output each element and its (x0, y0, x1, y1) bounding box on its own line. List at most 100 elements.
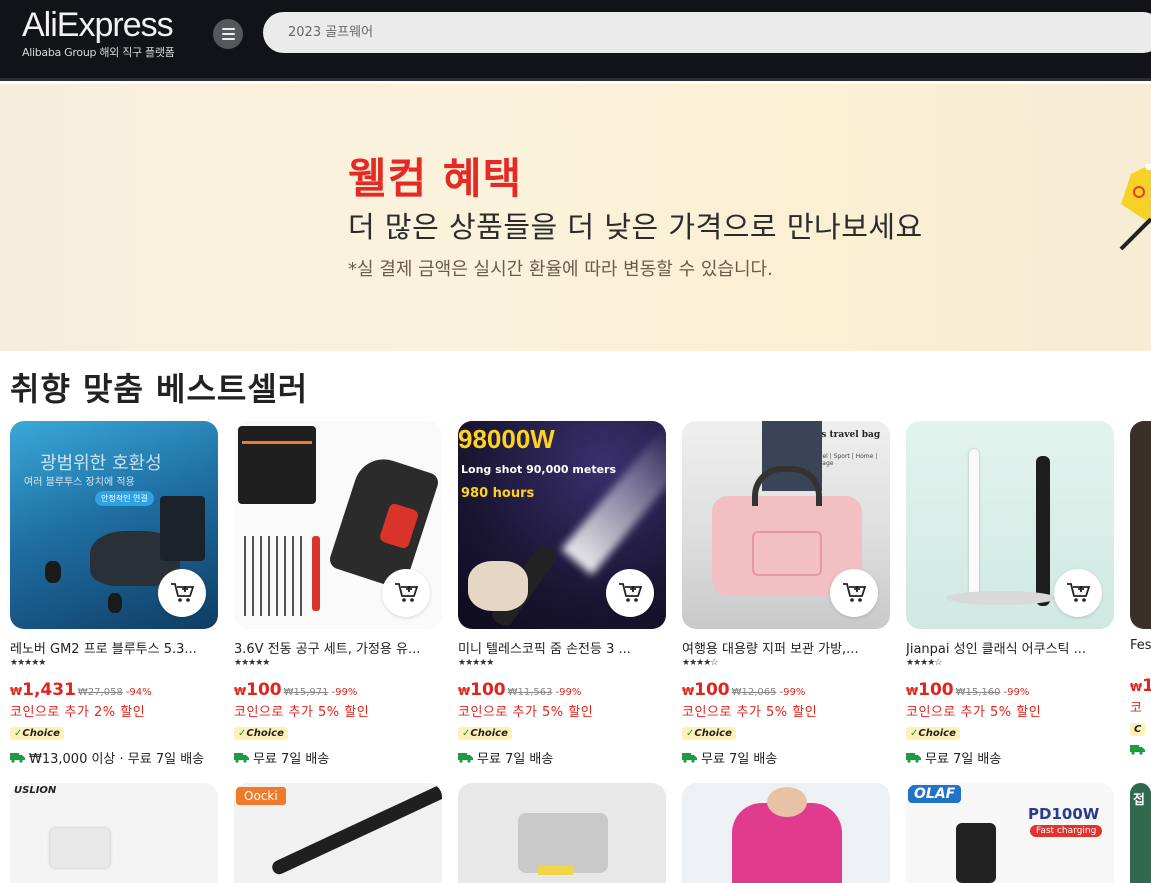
product-card[interactable]: 98000W Long shot 90,000 meters 980 hours… (458, 421, 666, 767)
product-title[interactable]: 레노버 GM2 프로 블루투스 5.3... (10, 638, 218, 657)
coin-discount: 코인으로 추가 5% 할인 (682, 705, 818, 720)
original-price: ₩27,058 (77, 687, 123, 698)
rating-stars-icon (1130, 654, 1151, 668)
cart-icon (1067, 583, 1090, 602)
product-title[interactable]: Fes (1130, 638, 1151, 653)
choice-badge: ✓Choice (10, 727, 64, 740)
pd-label: PD100W (1028, 805, 1100, 823)
product-image[interactable]: 98000W Long shot 90,000 meters 980 hours (458, 421, 666, 629)
coin-discount: 코인으로 추가 2% 할인 (10, 705, 146, 720)
product-price: ₩1 (1130, 676, 1151, 696)
add-to-cart-button[interactable] (830, 569, 878, 617)
brand-label: 접 (1133, 793, 1145, 808)
cart-icon (619, 583, 642, 602)
original-price: ₩12,065 (731, 687, 777, 698)
shipping-info: 무료 7일 배송 (458, 748, 666, 767)
section-title: 취향 맞춤 베스트셀러 (10, 370, 309, 408)
discount-percent: -99% (331, 687, 358, 698)
choice-badge: ✓Choice (458, 727, 512, 740)
product-price: ₩1,431 (10, 680, 76, 700)
welcome-banner[interactable]: 웰컴 혜택 더 많은 상품들을 더 낮은 가격으로 만나보세요 *실 결제 금액… (0, 84, 1151, 351)
product-image[interactable]: Fitness travel bag Travel | Sport | Home… (682, 421, 890, 629)
brand-label: USLION (14, 785, 57, 796)
coin-discount: 코 (1130, 701, 1143, 716)
gift-tag-decoration-icon (1119, 164, 1151, 251)
add-to-cart-button[interactable] (606, 569, 654, 617)
coin-discount: 코인으로 추가 5% 할인 (906, 705, 1042, 720)
product-card[interactable]: 3.6V 전동 공구 세트, 가정용 유... ★★★★★ ₩100 ₩15,97… (234, 421, 442, 767)
product-image-text: Travel | Sport | Home | Storage (810, 453, 878, 467)
product-image-text: 광범위한 호환성 (40, 453, 162, 474)
product-title[interactable]: Jianpai 성인 클래식 어쿠스틱 ... (906, 638, 1114, 657)
original-price: ₩11,563 (507, 687, 553, 698)
top-header: AliExpress Alibaba Group 해외 직구 플랫폼 2023 … (0, 0, 1151, 81)
truck-icon (458, 753, 473, 763)
product-image[interactable] (1130, 421, 1151, 629)
product-image-text: 98000W (458, 424, 555, 454)
product-price: ₩100 (682, 680, 730, 700)
product-image[interactable] (906, 421, 1114, 629)
discount-percent: -99% (1003, 687, 1030, 698)
aliexpress-logo[interactable]: AliExpress Alibaba Group 해외 직구 플랫폼 (22, 6, 175, 60)
product-card[interactable]: Jianpai 성인 클래식 어쿠스틱 ... ★★★★☆ ₩100 ₩15,16… (906, 421, 1114, 767)
product-card[interactable]: Fitness travel bag Travel | Sport | Home… (682, 421, 890, 767)
menu-icon[interactable] (213, 19, 243, 49)
product-title[interactable]: 미니 텔레스코픽 줌 손전등 3 ... (458, 638, 666, 657)
shipping-info: ₩13,000 이상 · 무료 7일 배송 (10, 748, 218, 767)
choice-badge: ✓Choice (234, 727, 288, 740)
product-card[interactable]: USLION (10, 783, 218, 883)
discount-percent: -99% (779, 687, 806, 698)
coin-discount: 코인으로 추가 5% 할인 (458, 705, 594, 720)
shipping-info (1130, 744, 1151, 755)
truck-icon (682, 753, 697, 763)
truck-icon (906, 753, 921, 763)
banner-note: *실 결제 금액은 실시간 환율에 따라 변동할 수 있습니다. (348, 259, 773, 280)
product-card[interactable] (682, 783, 890, 883)
brand-label: Oocki (236, 787, 286, 805)
truck-icon (10, 753, 25, 763)
product-image-text: 안정적인 연결 (95, 491, 154, 506)
brand-label: OLAF (908, 785, 962, 803)
product-card[interactable]: Fes ₩1 코 C (1130, 421, 1151, 755)
rating-stars-icon: ★★★★★ (10, 658, 46, 668)
original-price: ₩15,160 (955, 687, 1001, 698)
toothbrush-white-graphic (969, 449, 979, 599)
product-card[interactable]: OLAF PD100W Fast charging (906, 783, 1114, 883)
choice-badge: ✓Choice (682, 727, 736, 740)
search-input[interactable]: 2023 골프웨어 (263, 12, 1151, 53)
banner-subtitle: 더 많은 상품들을 더 낮은 가격으로 만나보세요 (348, 210, 923, 244)
product-title[interactable]: 3.6V 전동 공구 세트, 가정용 유... (234, 638, 442, 657)
add-to-cart-button[interactable] (1054, 569, 1102, 617)
toolkit-case-graphic (238, 426, 316, 504)
choice-badge: ✓Choice (906, 727, 960, 740)
banner-title: 웰컴 혜택 (348, 154, 523, 203)
coin-discount: 코인으로 추가 5% 할인 (234, 705, 370, 720)
product-card[interactable]: 광범위한 호환성 여러 블루투스 장치에 적용 안정적인 연결 레노버 GM2 … (10, 421, 218, 767)
product-price: ₩100 (906, 680, 954, 700)
product-card[interactable]: 접 (1130, 783, 1151, 883)
product-image-text: 980 hours (461, 486, 535, 501)
original-price: ₩15,971 (283, 687, 329, 698)
logo-subtitle: Alibaba Group 해외 직구 플랫폼 (22, 46, 175, 59)
discount-percent: -94% (125, 687, 152, 698)
product-card[interactable] (458, 783, 666, 883)
truck-icon (234, 753, 249, 763)
shipping-info: 무료 7일 배송 (682, 748, 890, 767)
cart-icon (171, 583, 194, 602)
product-image[interactable] (234, 421, 442, 629)
product-price: ₩100 (234, 680, 282, 700)
logo-text: AliExpress (22, 6, 174, 44)
toothbrush-black-graphic (1036, 456, 1050, 606)
product-card[interactable]: Oocki (234, 783, 442, 883)
shipping-info: 무료 7일 배송 (234, 748, 442, 767)
product-title[interactable]: 여행용 대용량 지퍼 보관 가방,... (682, 638, 890, 657)
add-to-cart-button[interactable] (158, 569, 206, 617)
truck-icon (1130, 745, 1145, 755)
shipping-info: 무료 7일 배송 (906, 748, 1114, 767)
rating-stars-icon: ★★★★☆ (906, 658, 942, 668)
choice-badge: C (1130, 723, 1146, 736)
add-to-cart-button[interactable] (382, 569, 430, 617)
product-image[interactable]: 광범위한 호환성 여러 블루투스 장치에 적용 안정적인 연결 (10, 421, 218, 629)
product-price: ₩100 (458, 680, 506, 700)
cart-icon (395, 583, 418, 602)
